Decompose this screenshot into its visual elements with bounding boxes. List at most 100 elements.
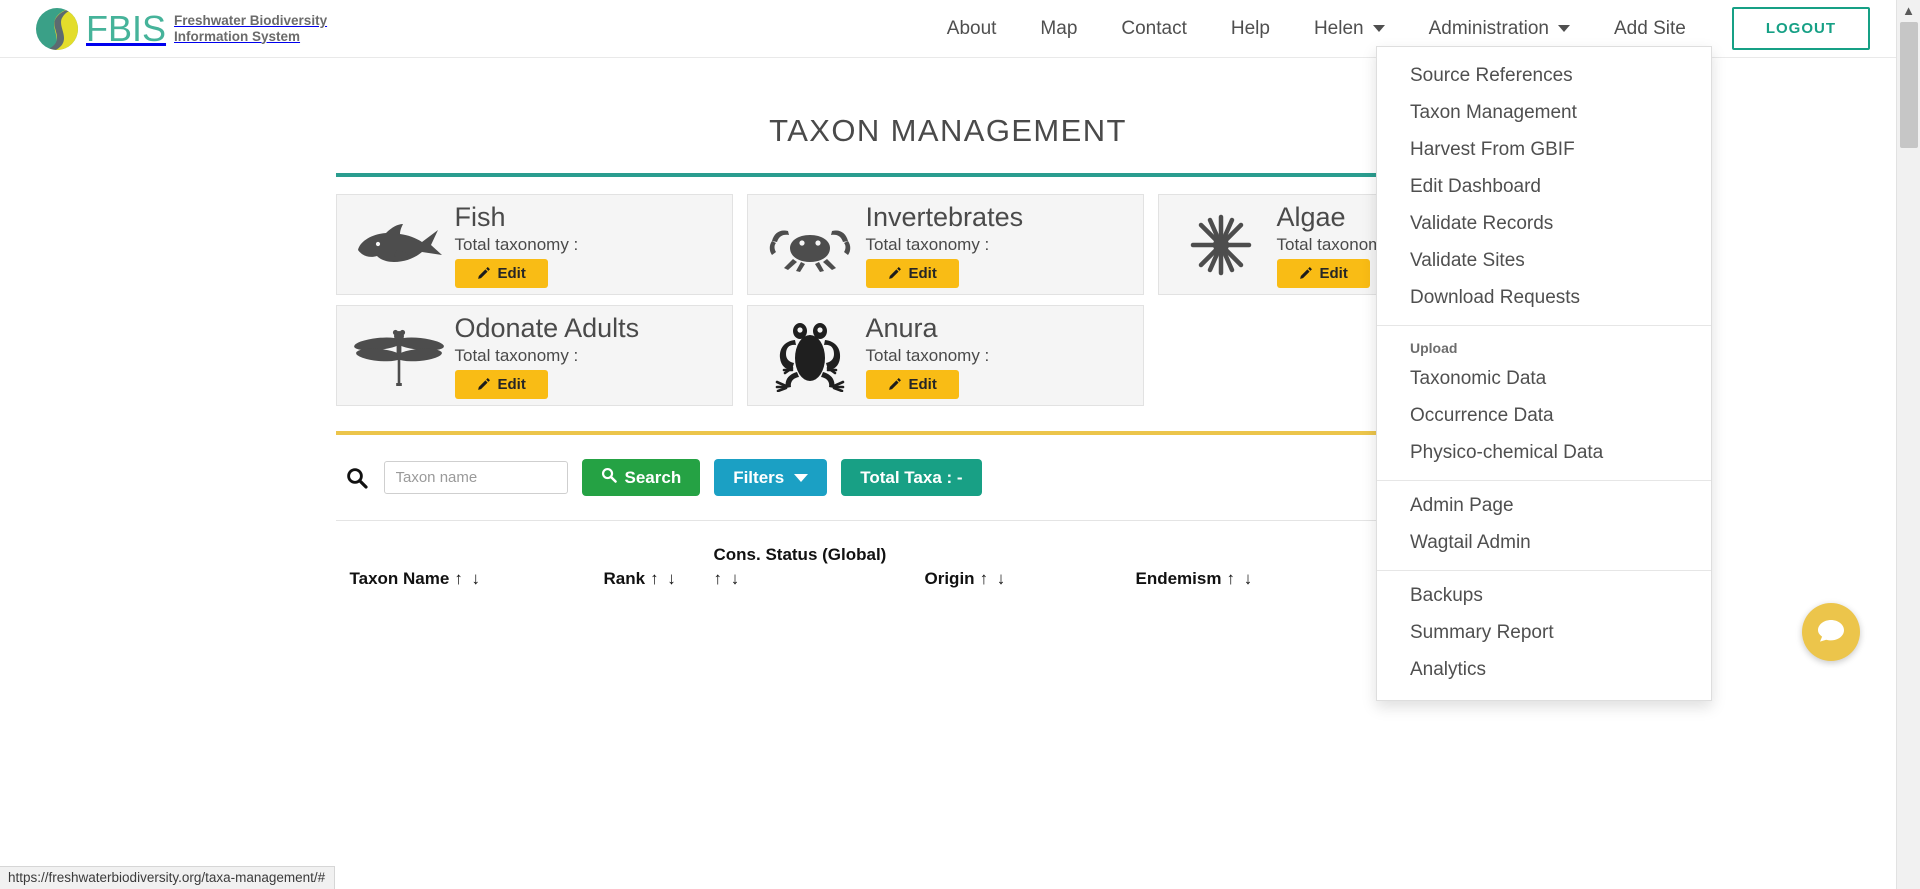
taxon-card-title: Anura	[865, 312, 938, 343]
taxon-card-anura[interactable]: Anura Total taxonomy : Edit	[746, 305, 1144, 406]
sort-arrows-icon[interactable]: ↑ ↓	[454, 569, 482, 588]
menu-item-source-references[interactable]: Source References	[1377, 57, 1711, 94]
menu-item-harvest-from-gbif[interactable]: Harvest From GBIF	[1377, 131, 1711, 168]
chevron-down-icon	[1558, 25, 1570, 32]
nav-item-user-label: Helen	[1313, 17, 1364, 39]
menu-item-taxonomic-data[interactable]: Taxonomic Data	[1377, 360, 1711, 397]
taxon-card-total: Total taxonomy :	[865, 234, 990, 254]
chat-bubble-icon	[1816, 615, 1846, 650]
menu-divider	[1377, 325, 1711, 326]
brand-wordmark: FBIS	[86, 7, 167, 49]
column-header-origin[interactable]: Origin ↑ ↓	[925, 569, 1008, 589]
column-header-rank-label: Rank	[603, 569, 646, 588]
edit-button-anura[interactable]: Edit	[865, 369, 959, 399]
dragonfly-icon	[351, 318, 447, 394]
logout-button[interactable]: LOGOUT	[1731, 7, 1870, 50]
edit-button-invertebrates[interactable]: Edit	[865, 258, 959, 288]
sort-arrows-icon[interactable]: ↑ ↓	[1226, 569, 1254, 588]
edit-button-label: Edit	[1319, 264, 1348, 282]
taxon-card-total: Total taxonomy :	[454, 345, 579, 365]
search-button[interactable]: Search	[581, 459, 701, 496]
menu-item-validate-records[interactable]: Validate Records	[1377, 205, 1711, 242]
menu-item-admin-page[interactable]: Admin Page	[1377, 487, 1711, 524]
column-header-endemism[interactable]: Endemism ↑ ↓	[1136, 569, 1255, 589]
column-header-cons-status[interactable]: Cons. Status (Global) ↑ ↓	[714, 545, 887, 589]
administration-dropdown-menu: Source References Taxon Management Harve…	[1376, 46, 1712, 701]
column-header-cons-status-label: Cons. Status (Global)	[713, 545, 887, 564]
column-header-rank[interactable]: Rank ↑ ↓	[604, 569, 678, 589]
menu-item-summary-report[interactable]: Summary Report	[1377, 614, 1711, 651]
search-input[interactable]	[383, 461, 568, 494]
nav-item-about[interactable]: About	[925, 0, 1019, 58]
menu-item-validate-sites[interactable]: Validate Sites	[1377, 242, 1711, 279]
scroll-up-arrow-icon[interactable]: ▲	[1902, 4, 1915, 17]
menu-item-occurrence-data[interactable]: Occurrence Data	[1377, 397, 1711, 434]
search-button-icon	[601, 467, 617, 488]
pencil-icon	[477, 266, 491, 280]
frog-icon	[762, 318, 858, 394]
edit-button-label: Edit	[908, 375, 937, 393]
browser-status-bar: https://freshwaterbiodiversity.org/taxa-…	[0, 866, 336, 889]
edit-button-label: Edit	[497, 375, 526, 393]
taxon-card-body: Odonate Adults Total taxonomy : Edit	[454, 312, 718, 399]
sort-arrows-icon[interactable]: ↑ ↓	[650, 569, 678, 588]
pencil-icon	[477, 377, 491, 391]
taxon-card-odonate-adults[interactable]: Odonate Adults Total taxonomy : Edit	[335, 305, 733, 406]
edit-button-odonate-adults[interactable]: Edit	[454, 369, 548, 399]
pencil-icon	[888, 377, 902, 391]
taxon-card-title: Odonate Adults	[454, 312, 640, 343]
taxon-card-fish[interactable]: Fish Total taxonomy : Edit	[335, 194, 733, 295]
taxon-card-total: Total taxonomy :	[454, 234, 579, 254]
edit-button-label: Edit	[908, 264, 937, 282]
filters-button-label: Filters	[733, 467, 785, 487]
sort-arrows-icon[interactable]: ↑ ↓	[980, 569, 1008, 588]
search-button-label: Search	[624, 467, 682, 487]
chat-support-button[interactable]	[1802, 603, 1860, 661]
taxon-card-body: Anura Total taxonomy : Edit	[865, 312, 1129, 399]
taxon-card-total: Total taxonomy :	[865, 345, 990, 365]
menu-item-wagtail-admin[interactable]: Wagtail Admin	[1377, 524, 1711, 561]
brand-wordmark-block: FBIS	[86, 7, 167, 49]
filters-button[interactable]: Filters	[714, 459, 828, 496]
pencil-icon	[888, 266, 902, 280]
menu-item-download-requests[interactable]: Download Requests	[1377, 279, 1711, 316]
chevron-down-icon	[794, 473, 809, 482]
menu-item-backups[interactable]: Backups	[1377, 577, 1711, 614]
column-header-origin-label: Origin	[924, 569, 975, 588]
menu-item-taxon-management[interactable]: Taxon Management	[1377, 94, 1711, 131]
edit-button-algae[interactable]: Edit	[1276, 258, 1370, 288]
scrollbar-thumb[interactable]	[1900, 22, 1918, 148]
taxon-card-title: Invertebrates	[865, 201, 1024, 232]
menu-item-physico-chemical-data[interactable]: Physico-chemical Data	[1377, 434, 1711, 471]
column-header-endemism-label: Endemism	[1135, 569, 1222, 588]
menu-divider	[1377, 570, 1711, 571]
nav-item-help[interactable]: Help	[1209, 0, 1292, 58]
edit-button-fish[interactable]: Edit	[454, 258, 548, 288]
menu-section-upload-header: Upload	[1410, 340, 1458, 356]
edit-button-label: Edit	[497, 264, 526, 282]
page-scrollbar[interactable]: ▲	[1896, 0, 1920, 889]
nav-item-contact[interactable]: Contact	[1099, 0, 1208, 58]
pencil-icon	[1299, 266, 1313, 280]
search-icon	[344, 465, 370, 491]
menu-divider	[1377, 480, 1711, 481]
fbis-logo-icon	[34, 7, 80, 51]
chevron-down-icon	[1372, 25, 1385, 32]
column-header-taxon-name[interactable]: Taxon Name ↑ ↓	[350, 569, 483, 589]
menu-item-edit-dashboard[interactable]: Edit Dashboard	[1377, 168, 1711, 205]
crab-icon	[762, 207, 858, 283]
menu-item-analytics[interactable]: Analytics	[1377, 651, 1711, 688]
taxon-card-title: Fish	[454, 201, 506, 232]
total-taxa-button[interactable]: Total Taxa : -	[841, 459, 982, 496]
taxon-card-invertebrates[interactable]: Invertebrates Total taxonomy : Edit	[746, 194, 1144, 295]
brand-tagline-line2: Information System	[174, 28, 301, 44]
algae-icon	[1173, 207, 1269, 283]
sort-arrows-icon[interactable]: ↑ ↓	[714, 569, 742, 588]
taxon-card-body: Invertebrates Total taxonomy : Edit	[865, 201, 1129, 288]
column-header-taxon-name-label: Taxon Name	[349, 569, 450, 588]
brand-tagline-line1: Freshwater Biodiversity	[174, 13, 328, 28]
brand-tagline: Freshwater Biodiversity Information Syst…	[174, 13, 327, 44]
taxon-card-body: Fish Total taxonomy : Edit	[454, 201, 718, 288]
brand-logo-link[interactable]: FBIS Freshwater Biodiversity Information…	[34, 7, 327, 51]
nav-item-map[interactable]: Map	[1018, 0, 1099, 58]
